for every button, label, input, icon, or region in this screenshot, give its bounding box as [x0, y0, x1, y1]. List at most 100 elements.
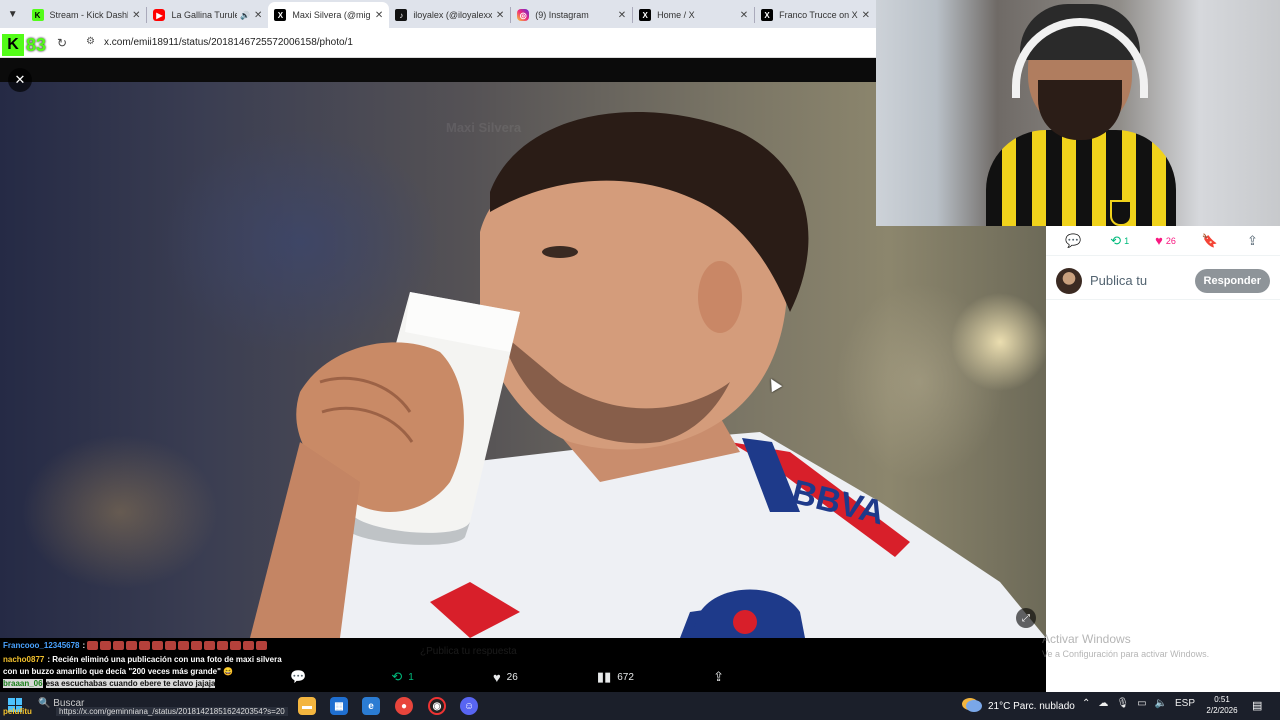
taskbar-clock[interactable]: 0:51 2/2/2026: [1200, 694, 1244, 716]
reply-button[interactable]: Responder: [1194, 268, 1270, 293]
photo-action-bar: 💬 ⟲ 1 ♥ 26 ▮▮ 672 ⇪: [290, 664, 730, 690]
like-count: 26: [506, 671, 518, 683]
chat-emote-icon: [100, 641, 112, 651]
close-tab-icon[interactable]: ✕: [375, 10, 383, 21]
bar-chart-icon: ▮▮: [596, 669, 612, 684]
share-action[interactable]: ⇪: [1247, 233, 1261, 249]
tab-label: iloyalex (@iloyalexx): [413, 10, 492, 20]
views-action[interactable]: ▮▮ 672: [597, 669, 634, 685]
chat-username: nacho0877: [3, 655, 45, 664]
chat-emote-icon: [256, 641, 268, 651]
tab-maxi-silvera[interactable]: X Maxi Silvera (@migu ✕: [268, 2, 390, 28]
weather-widget[interactable]: 21°C Parc. nublado: [966, 700, 1075, 712]
file-explorer-icon[interactable]: ▬: [298, 697, 316, 715]
retweet-count: 1: [408, 671, 414, 683]
share-action[interactable]: ⇪: [713, 669, 730, 685]
tab-search-icon[interactable]: ▼: [0, 0, 26, 28]
onedrive-icon[interactable]: ☁: [1098, 698, 1108, 709]
chat-footer-username: pelufitu: [3, 707, 32, 716]
x-icon: X: [639, 9, 652, 21]
retweet-icon: ⟲: [391, 669, 403, 684]
reply-composer: Publica tu Responder: [1046, 262, 1280, 300]
tab-label: (9) Instagram: [535, 10, 589, 20]
watermark-subtitle: Ve a Configuración para activar Windows.: [1042, 649, 1210, 659]
tweet-actions: 💬 ⟲ 1 ♥ 26 🔖 ⇪: [1046, 226, 1280, 256]
weather-cloud-icon: [966, 700, 982, 712]
chat-emote-icon: [87, 641, 99, 651]
kick-logo-icon: K: [2, 34, 24, 56]
url-field[interactable]: x.com/emii18911/status/20181467255720061…: [104, 37, 353, 48]
tab-kick-dashboard[interactable]: K Stream - Kick Dashbo ✕: [26, 2, 147, 28]
tab-instagram[interactable]: ◎ (9) Instagram ✕: [511, 2, 632, 28]
close-tab-icon[interactable]: ✕: [254, 10, 262, 21]
store-icon[interactable]: ▦: [330, 697, 348, 715]
tab-label: Maxi Silvera (@migu: [292, 10, 371, 20]
reply-input[interactable]: Publica tu: [1090, 273, 1160, 288]
browser-tab-bar: ▼ K Stream - Kick Dashbo ✕ ▶ La Gallina …: [0, 0, 876, 28]
language-indicator[interactable]: ESP: [1175, 698, 1195, 709]
avatar: [1056, 267, 1082, 294]
tab-home-x[interactable]: X Home / X ✕: [633, 2, 754, 28]
obs-icon[interactable]: ◉: [428, 697, 446, 715]
chat-emote-icon: [139, 641, 151, 651]
discord-icon[interactable]: ☺: [460, 697, 478, 715]
expand-panel-icon[interactable]: ⤢: [1016, 608, 1036, 628]
retweet-action[interactable]: ⟲ 1: [391, 669, 413, 685]
chat-text: esa escuchabas cuando ebere te clavo jaj…: [45, 679, 216, 688]
reply-action[interactable]: 💬: [290, 669, 312, 685]
close-photo-button[interactable]: ✕: [8, 68, 32, 92]
chrome-icon[interactable]: ●: [395, 697, 413, 715]
bookmark-action[interactable]: 🔖: [1202, 233, 1221, 249]
chat-emote-icon: [113, 641, 125, 651]
chat-emote-icon: [243, 641, 255, 651]
bookmark-icon: 🔖: [1201, 232, 1219, 248]
chat-text: Recién eliminó una publicación con una f…: [3, 655, 282, 676]
tweet-side-panel: 💬 ⟲ 1 ♥ 26 🔖 ⇪ Publica tu Responder: [1046, 226, 1280, 692]
tab-iloyalex[interactable]: ♪ iloyalex (@iloyalexx) ✕: [389, 2, 510, 28]
chat-emote-icon: [165, 641, 177, 651]
like-action[interactable]: ♥ 26: [493, 670, 518, 685]
volume-icon[interactable]: 🔈: [1155, 698, 1167, 709]
chat-emote-icon: [191, 641, 203, 651]
share-icon: ⇪: [713, 669, 724, 684]
tab-franco-trucce[interactable]: X Franco Trucce on X: " ✕: [755, 2, 876, 28]
chat-emote-icon: [126, 641, 138, 651]
penarol-shirt: [986, 130, 1176, 226]
tab-label: Home / X: [657, 10, 695, 20]
tab-label: Stream - Kick Dashbo: [49, 10, 129, 20]
chevron-up-icon[interactable]: ⌃: [1082, 698, 1090, 709]
x-icon: X: [761, 9, 774, 21]
close-tab-icon[interactable]: ✕: [740, 10, 748, 21]
tab-la-gallina[interactable]: ▶ La Gallina Turuleca 🔊 ✕: [147, 2, 268, 28]
speaker-icon[interactable]: 🔊: [240, 11, 250, 20]
instagram-icon: ◎: [517, 9, 530, 21]
clock-date: 2/2/2026: [1206, 706, 1238, 715]
retweet-count: 1: [1124, 235, 1130, 246]
reload-icon[interactable]: ↻: [57, 36, 67, 50]
close-tab-icon[interactable]: ✕: [496, 10, 504, 21]
chat-emotes: [87, 640, 269, 652]
retweet-action[interactable]: ⟲ 1: [1110, 233, 1129, 249]
close-tab-icon[interactable]: ✕: [132, 10, 140, 21]
kick-viewer-count: 83: [26, 34, 47, 55]
close-tab-icon[interactable]: ✕: [618, 10, 626, 21]
microphone-icon[interactable]: 🎙: [1116, 698, 1129, 709]
kick-icon: K: [31, 9, 44, 21]
close-tab-icon[interactable]: ✕: [862, 10, 870, 21]
kick-viewer-overlay: K 83: [2, 34, 46, 56]
edge-icon[interactable]: e: [362, 697, 380, 715]
notifications-icon[interactable]: ▤: [1252, 699, 1262, 712]
link-status-bar: https://x.com/geminniana_/status/2018142…: [56, 707, 288, 716]
tiktok-icon: ♪: [395, 9, 408, 21]
reply-action[interactable]: 💬: [1065, 233, 1084, 249]
network-icon[interactable]: ▭: [1137, 698, 1146, 709]
chat-message: braaan_06 esa escuchabas cuando ebere te …: [0, 678, 292, 690]
tab-label: La Gallina Turuleca: [171, 10, 238, 20]
chat-message: Francooo_12345678:: [0, 640, 292, 652]
club-crest-icon: [1110, 200, 1132, 226]
like-action[interactable]: ♥ 26: [1155, 233, 1176, 248]
site-info-icon[interactable]: ⚙: [86, 36, 95, 47]
weather-text: 21°C Parc. nublado: [988, 700, 1075, 712]
chat-message: nacho0877: Recién eliminó una publicació…: [3, 655, 282, 676]
chat-emote-icon: [230, 641, 242, 651]
